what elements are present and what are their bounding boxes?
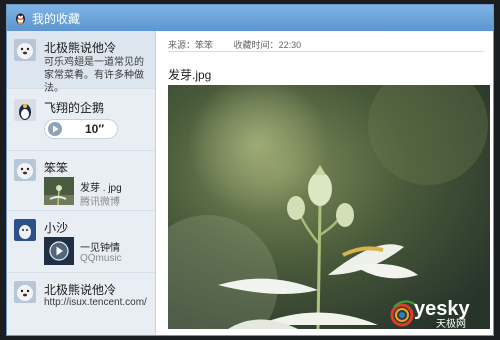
avatar (14, 99, 36, 121)
favorites-window: 我的收藏 北极熊说他冷 可乐鸡翅是一道常见的家常菜肴。有许多种做法。 飞翔的企鹅… (6, 4, 494, 336)
watermark: yesky 天极网 (388, 295, 488, 329)
avatar (14, 219, 36, 241)
image-preview[interactable]: yesky 天极网 (168, 85, 490, 329)
music-cover[interactable] (44, 237, 74, 265)
item-link[interactable]: http://isux.tencent.com/ (44, 296, 150, 309)
time-label: 收藏时间： (233, 40, 279, 50)
avatar (14, 159, 36, 181)
avatar (14, 39, 36, 61)
detail-file-title: 发芽.jpg (168, 68, 212, 82)
source-value: 笨笨 (195, 40, 214, 50)
title-bar[interactable]: 我的收藏 (7, 5, 493, 31)
list-item-music[interactable]: 小沙 一见钟情 QQmusic (7, 211, 155, 273)
window-title: 我的收藏 (32, 11, 81, 26)
file-source: 腾讯微博 (80, 197, 120, 208)
image-thumbnail (44, 177, 74, 205)
watermark-text: yesky (414, 298, 470, 320)
list-item-voice[interactable]: 飞翔的企鹅 10″ (7, 89, 155, 151)
file-title: 发芽 . jpg (80, 183, 122, 194)
list-item-image-file[interactable]: 笨笨 发芽 . jpg 腾讯微博 (7, 151, 155, 211)
voice-duration: 10″ (85, 122, 105, 136)
time-value: 22:30 (278, 40, 302, 50)
list-item-recipe-note[interactable]: 北极熊说他冷 可乐鸡翅是一道常见的家常菜肴。有许多种做法。 (7, 31, 155, 94)
qq-penguin-icon (14, 12, 27, 25)
voice-message-player[interactable]: 10″ (44, 119, 118, 139)
item-meta: 来源：笨笨 收藏时间：22:30 (168, 38, 307, 51)
item-sender-name: 笨笨 (44, 161, 69, 175)
play-icon[interactable] (48, 122, 62, 136)
item-sender-name: 北极熊说他冷 (44, 41, 117, 55)
favorites-list: 北极熊说他冷 可乐鸡翅是一道常见的家常菜肴。有许多种做法。 飞翔的企鹅 10″ … (7, 31, 156, 335)
item-sender-name: 小沙 (44, 221, 69, 235)
detail-pane: 来源：笨笨 收藏时间：22:30 发芽.jpg yesky 天极网 (156, 31, 493, 335)
watermark-subtext: 天极网 (436, 317, 466, 329)
source-label: 来源： (168, 40, 196, 50)
item-sender-name: 飞翔的企鹅 (44, 101, 105, 115)
list-item-link[interactable]: 北极熊说他冷 http://isux.tencent.com/ (7, 273, 155, 335)
music-title: 一见钟情 (80, 243, 120, 254)
music-source: QQmusic (80, 253, 122, 264)
avatar (14, 281, 36, 303)
divider (168, 51, 484, 52)
